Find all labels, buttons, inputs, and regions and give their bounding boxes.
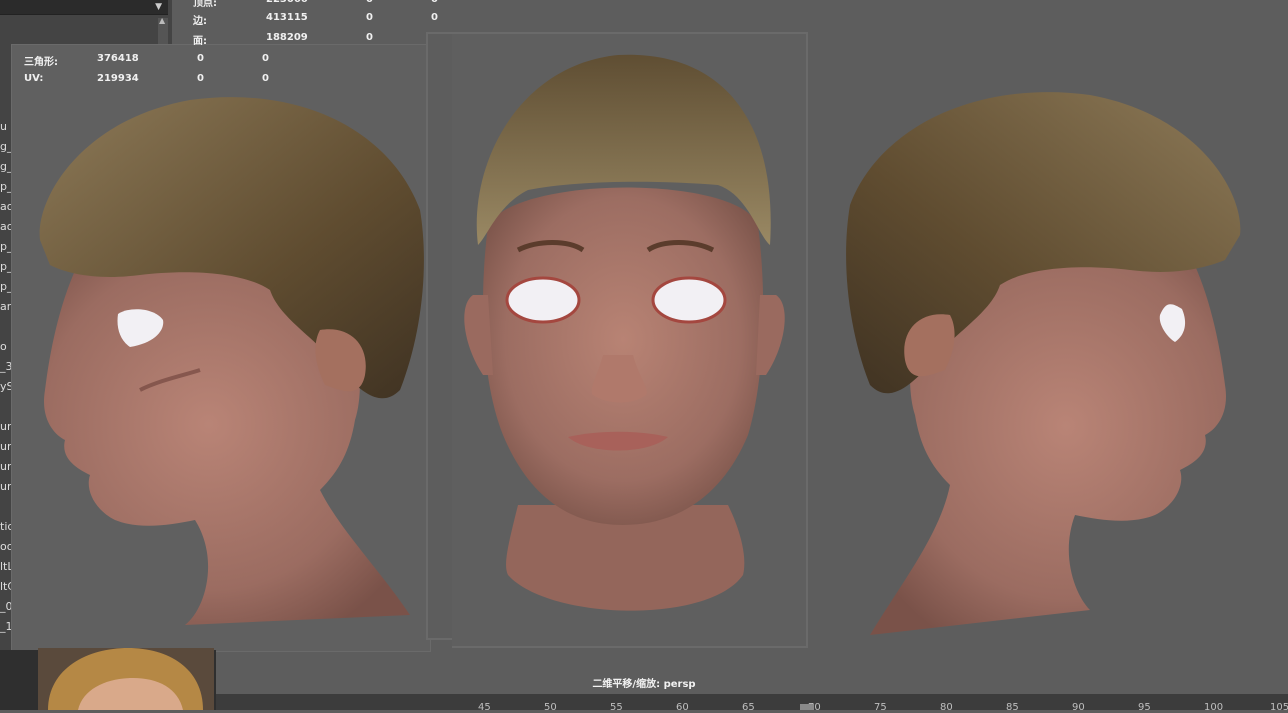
- hud-uv-value: 219934: [97, 73, 139, 84]
- outliner-scrollbar[interactable]: ▲: [158, 16, 168, 48]
- outliner-item[interactable]: ao: [0, 200, 12, 213]
- time-slider-tick-label: 85: [1006, 702, 1019, 713]
- head-model-front[interactable]: [458, 45, 798, 635]
- time-slider[interactable]: 45 50 55 60 65 70 75 80 85 90 95 100 105: [216, 694, 1288, 713]
- time-slider-tick-label: 95: [1138, 702, 1151, 713]
- hud-vertices-c2: 0: [366, 0, 373, 5]
- outliner-filter-dropdown[interactable]: ▼: [0, 0, 168, 15]
- outliner-item[interactable]: oo: [0, 540, 12, 553]
- hud-triangles-label: 三角形:: [24, 57, 58, 68]
- time-slider-tick-label: 105: [1270, 702, 1288, 713]
- outliner-item[interactable]: yS: [0, 380, 12, 393]
- hud-vertices-c3: 0: [431, 0, 438, 5]
- viewport-camera-label: 二维平移/缩放: persp: [592, 679, 696, 690]
- outliner-item[interactable]: an: [0, 300, 12, 313]
- hud-triangles-value: 376418: [97, 53, 139, 64]
- hud-edges-value: 413115: [266, 12, 308, 23]
- outliner-item[interactable]: _3: [0, 360, 12, 373]
- hud-uv-c3: 0: [262, 73, 269, 84]
- outliner-item[interactable]: g_: [0, 160, 12, 173]
- outliner-item[interactable]: tic: [0, 520, 12, 533]
- outliner-item[interactable]: o: [0, 340, 12, 353]
- hud-edges-c2: 0: [366, 12, 373, 23]
- outliner-item[interactable]: ltC: [0, 580, 12, 593]
- hud-edges-c3: 0: [431, 12, 438, 23]
- hud-triangles-c3: 0: [262, 53, 269, 64]
- outliner-item[interactable]: _0: [0, 600, 12, 613]
- time-slider-tick-label: 55: [610, 702, 623, 713]
- outliner-item[interactable]: p_: [0, 180, 12, 193]
- head-model-left-profile[interactable]: [20, 90, 440, 635]
- hud-vertices-label: 顶点:: [193, 0, 217, 9]
- time-slider-tick-label: 65: [742, 702, 755, 713]
- outliner-item[interactable]: url: [0, 440, 12, 453]
- outliner-item[interactable]: ao: [0, 220, 12, 233]
- ear-right: [756, 295, 785, 375]
- head-model-right-profile[interactable]: [830, 85, 1260, 645]
- hud-faces-value: 188209: [266, 32, 308, 43]
- hud-faces-label: 面:: [193, 36, 207, 47]
- hud-uv-c2: 0: [197, 73, 204, 84]
- scroll-up-icon[interactable]: ▲: [159, 16, 165, 25]
- outliner-item[interactable]: p_: [0, 260, 12, 273]
- chevron-down-icon[interactable]: ▼: [155, 2, 162, 12]
- hud-uv-label: UV:: [24, 73, 44, 84]
- hud-vertices-value: 223066: [266, 0, 308, 5]
- outliner-item[interactable]: _1: [0, 620, 12, 633]
- time-slider-tick-label: 90: [1072, 702, 1085, 713]
- hud-faces-c2: 0: [366, 32, 373, 43]
- ear-left: [464, 295, 493, 375]
- outliner-item[interactable]: url: [0, 420, 12, 433]
- outliner-item[interactable]: u: [0, 120, 12, 133]
- hud-triangles-c2: 0: [197, 53, 204, 64]
- eye-white-right: [651, 276, 727, 324]
- current-frame-marker[interactable]: [800, 704, 814, 710]
- eye-white-left: [505, 276, 581, 324]
- outliner-item[interactable]: url: [0, 480, 12, 493]
- time-slider-tick-label: 60: [676, 702, 689, 713]
- outliner-item[interactable]: ltL: [0, 560, 12, 573]
- time-slider-tick-label: 75: [874, 702, 887, 713]
- outliner-item[interactable]: g_: [0, 140, 12, 153]
- time-slider-tick-label: 100: [1204, 702, 1224, 713]
- outliner-item[interactable]: p_: [0, 240, 12, 253]
- time-slider-tick-label: 80: [940, 702, 953, 713]
- hud-edges-label: 边:: [193, 16, 207, 27]
- outliner-item[interactable]: p_: [0, 280, 12, 293]
- time-slider-tick-label: 50: [544, 702, 557, 713]
- outliner-item[interactable]: url: [0, 460, 12, 473]
- time-slider-tick-label: 45: [478, 702, 491, 713]
